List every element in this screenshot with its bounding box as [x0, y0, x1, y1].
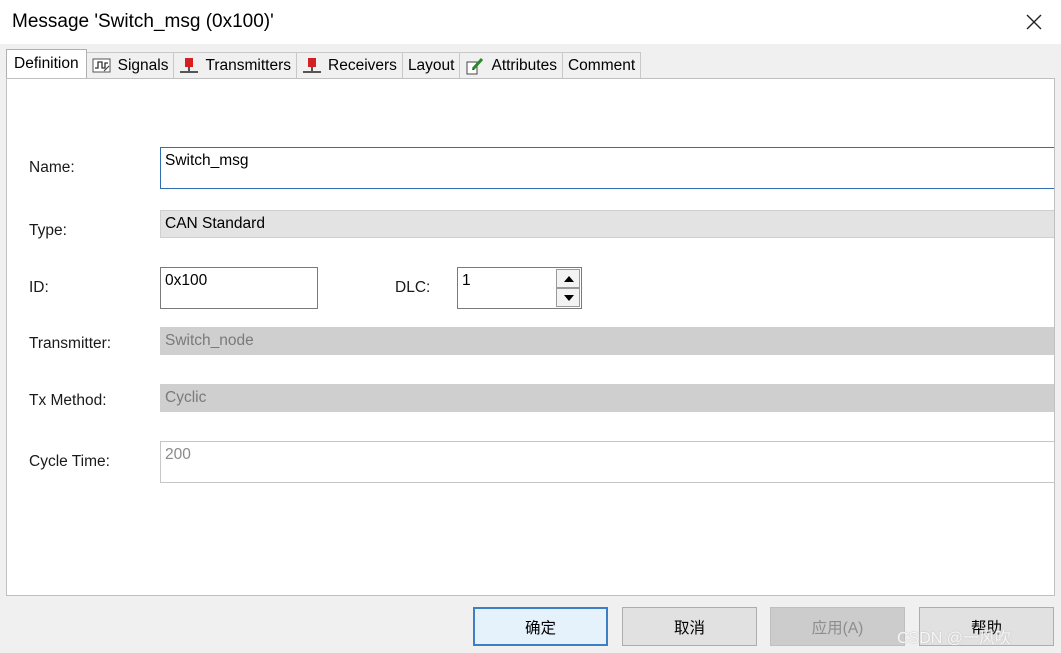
- tab-label: Transmitters: [205, 56, 292, 74]
- network-node-icon: [179, 57, 199, 75]
- tx-method-select[interactable]: Cyclic: [160, 384, 1054, 412]
- tab-layout[interactable]: Layout: [402, 52, 461, 78]
- apply-button[interactable]: 应用(A): [770, 607, 905, 646]
- ok-button[interactable]: 确定: [473, 607, 608, 646]
- cancel-button[interactable]: 取消: [622, 607, 757, 646]
- type-label: Type:: [29, 222, 67, 239]
- close-icon: [1026, 14, 1042, 30]
- tab-label: Comment: [567, 56, 636, 74]
- window-title: Message 'Switch_msg (0x100)': [12, 11, 274, 32]
- id-input[interactable]: 0x100: [160, 267, 318, 309]
- transmitter-label: Transmitter:: [29, 335, 112, 352]
- message-dialog: Message 'Switch_msg (0x100)' Definition …: [0, 0, 1061, 653]
- triangle-up-icon: [564, 276, 574, 282]
- title-bar: Message 'Switch_msg (0x100)': [0, 0, 1061, 44]
- signal-waveform-icon: [92, 57, 112, 75]
- dlc-decrement-button[interactable]: [556, 288, 580, 307]
- definition-panel: Name: Switch_msg Type: CAN Standard ID: …: [6, 78, 1055, 596]
- dlc-label: DLC:: [395, 279, 431, 296]
- tab-bar: Definition Signals Transmitters Receiver…: [6, 49, 642, 78]
- cycle-time-input[interactable]: 200: [160, 441, 1054, 483]
- tab-label: Receivers: [328, 56, 397, 74]
- tab-definition[interactable]: Definition: [6, 49, 87, 78]
- dlc-increment-button[interactable]: [556, 269, 580, 288]
- tab-receivers[interactable]: Receivers: [297, 52, 403, 78]
- triangle-down-icon: [564, 295, 574, 301]
- help-button[interactable]: 帮助: [919, 607, 1054, 646]
- pencil-icon: [465, 57, 485, 75]
- transmitter-select[interactable]: Switch_node: [160, 327, 1054, 355]
- close-button[interactable]: [1017, 6, 1051, 38]
- network-node-icon: [302, 57, 322, 75]
- name-input[interactable]: Switch_msg: [160, 147, 1054, 189]
- tab-attributes[interactable]: Attributes: [460, 52, 563, 78]
- tab-signals[interactable]: Signals: [86, 52, 175, 78]
- tab-label: Definition: [14, 55, 79, 72]
- tab-label: Signals: [117, 56, 169, 74]
- tab-label: Layout: [407, 56, 455, 74]
- tab-comment[interactable]: Comment: [562, 52, 642, 78]
- dlc-spinner: [556, 268, 581, 309]
- cycle-time-label: Cycle Time:: [29, 453, 110, 470]
- name-label: Name:: [29, 159, 75, 176]
- tab-label: Attributes: [491, 56, 557, 74]
- tx-method-label: Tx Method:: [29, 392, 107, 409]
- id-label: ID:: [29, 279, 49, 296]
- type-select[interactable]: CAN Standard: [160, 210, 1054, 238]
- tab-transmitters[interactable]: Transmitters: [174, 52, 298, 78]
